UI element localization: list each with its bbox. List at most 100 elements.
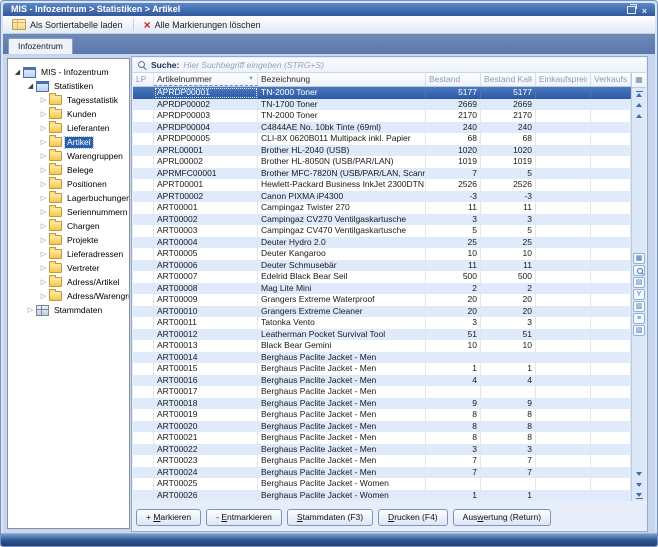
column-header-bestand-kalk[interactable]: Bestand Kalk.. [481,73,536,86]
table-row[interactable]: ART00013 Black Bear Gemini 10 10 [133,340,631,352]
table-row[interactable]: ART00016 Berghaus Paclite Jacket - Men 4… [133,375,631,387]
table-row[interactable]: APRDP00003 TN-2000 Toner 2170 2170 [133,110,631,122]
tab-infozentrum[interactable]: Infozentrum [8,38,73,54]
table-row[interactable]: ART00005 Deuter Kangaroo 10 10 [133,248,631,260]
column-chooser-button[interactable]: ▦ [632,73,646,88]
table-row[interactable]: ART00023 Berghaus Paclite Jacket - Men 7… [133,455,631,467]
expand-arrow-icon[interactable] [39,236,48,244]
table-row[interactable]: APRL00001 Brother HL-2040 (USB) 1020 102… [133,145,631,157]
expand-arrow-icon[interactable] [26,82,35,90]
table-row[interactable]: ART00017 Berghaus Paclite Jacket - Men [133,386,631,398]
table-row[interactable]: ART00020 Berghaus Paclite Jacket - Men 8… [133,421,631,433]
clear-markers-button[interactable]: × Alle Markierungen löschen [139,17,266,32]
page-up-button[interactable] [632,110,646,121]
column-header-einkaufspreis[interactable]: Einkaufspreis [536,73,591,86]
page-down-button[interactable] [632,468,646,479]
expand-arrow-icon[interactable] [39,152,48,160]
card-view-icon[interactable]: ▦ [633,253,645,264]
table-row[interactable]: APRDP00002 TN-1700 Toner 2669 2669 [133,99,631,111]
columns-icon[interactable]: ▧ [633,325,645,336]
load-sort-table-button[interactable]: Als Sortiertabelle laden [7,17,128,32]
table-row[interactable]: ART00025 Berghaus Paclite Jacket - Women [133,478,631,490]
scroll-to-bottom-button[interactable] [632,490,646,501]
expand-arrow-icon[interactable] [39,138,48,146]
expand-arrow-icon[interactable] [39,110,48,118]
auswertung-button[interactable]: Auswertung (Return) [453,509,551,526]
table-row[interactable]: ART00014 Berghaus Paclite Jacket - Men [133,352,631,364]
tree-item[interactable]: Vertreter [8,261,129,275]
tree-item[interactable]: Lieferadressen [8,247,129,261]
scroll-up-button[interactable] [632,99,646,110]
tree-item[interactable]: Positionen [8,177,129,191]
tree-item[interactable]: Stammdaten [8,303,129,317]
column-header-verkaufspreis[interactable]: Verkaufsprei [591,73,631,86]
expand-arrow-icon[interactable] [39,180,48,188]
table-row[interactable]: ART00008 Mag Lite Mini 2 2 [133,283,631,295]
table-row[interactable]: ART00018 Berghaus Paclite Jacket - Men 9… [133,398,631,410]
tree-item[interactable]: Lagerbuchungen [8,191,129,205]
layout-icon[interactable]: ≡ [633,313,645,324]
tree-item[interactable]: Belege [8,163,129,177]
column-header-bestand[interactable]: Bestand [426,73,481,86]
table-row[interactable]: APRT00001 Hewlett-Packard Business InkJe… [133,179,631,191]
copy-icon[interactable]: ▥ [633,301,645,312]
table-row[interactable]: ART00022 Berghaus Paclite Jacket - Men 3… [133,444,631,456]
table-row[interactable]: ART00001 Campingaz Twister 270 11 11 [133,202,631,214]
table-row[interactable]: ART00024 Berghaus Paclite Jacket - Men 7… [133,467,631,479]
tree-item[interactable]: MIS - Infozentrum [8,65,129,79]
tree-item[interactable]: Adress/Artikel [8,275,129,289]
expand-arrow-icon[interactable] [39,194,48,202]
expand-arrow-icon[interactable] [39,292,48,300]
table-row[interactable]: ART00002 Campingaz CV270 Ventilgaskartus… [133,214,631,226]
expand-arrow-icon[interactable] [39,166,48,174]
table-row[interactable]: ART00006 Deuter Schmusebär 11 11 [133,260,631,272]
table-row[interactable]: ART00012 Leatherman Pocket Survival Tool… [133,329,631,341]
table-row[interactable]: APRDP00001 TN-2000 Toner 5177 5177 [133,87,631,99]
expand-arrow-icon[interactable] [39,96,48,104]
table-row[interactable]: ART00003 Campingaz CV470 Ventilgaskartus… [133,225,631,237]
export-icon[interactable]: ▤ [633,277,645,288]
expand-arrow-icon[interactable] [13,68,22,76]
tree-item[interactable]: Projekte [8,233,129,247]
tree-item[interactable]: Kunden [8,107,129,121]
tree-item[interactable]: Lieferanten [8,121,129,135]
tree-item[interactable]: Chargen [8,219,129,233]
scroll-to-top-button[interactable] [632,88,646,99]
tree-item[interactable]: Warengruppen [8,149,129,163]
table-row[interactable]: ART00021 Berghaus Paclite Jacket - Men 8… [133,432,631,444]
column-header-lp[interactable]: LP [133,73,154,86]
table-row[interactable]: ART00026 Berghaus Paclite Jacket - Women… [133,490,631,502]
column-header-artikelnummer[interactable]: Artikelnummer ▼ [154,73,258,86]
vertical-scrollbar[interactable]: ▦ ▦ ▤ Y ▥ [631,73,646,501]
search-input[interactable] [183,60,646,70]
table-row[interactable]: APRDP00005 CLI-8X 0620B011 Multipack ink… [133,133,631,145]
table-row[interactable]: APRL00002 Brother HL-8050N (USB/PAR/LAN)… [133,156,631,168]
column-header-bezeichnung[interactable]: Bezeichnung [258,73,426,86]
expand-arrow-icon[interactable] [39,124,48,132]
entmarkieren-button[interactable]: - Entmarkieren [206,509,282,526]
expand-arrow-icon[interactable] [26,306,35,314]
scroll-down-button[interactable] [632,479,646,490]
expand-arrow-icon[interactable] [39,264,48,272]
tree-item[interactable]: Artikel [8,135,129,149]
table-row[interactable]: ART00009 Grangers Extreme Waterproof 20 … [133,294,631,306]
tree-item[interactable]: Seriennummern [8,205,129,219]
expand-arrow-icon[interactable] [39,250,48,258]
table-row[interactable]: ART00007 Edelrid Black Bear Seil 500 500 [133,271,631,283]
expand-arrow-icon[interactable] [39,278,48,286]
search-icon[interactable] [633,265,645,276]
table-row[interactable]: APRT00002 Canon PIXMA iP4300 -3 -3 [133,191,631,203]
table-row[interactable]: ART00019 Berghaus Paclite Jacket - Men 8… [133,409,631,421]
stammdaten-button[interactable]: Stammdaten (F3) [287,509,373,526]
expand-arrow-icon[interactable] [39,222,48,230]
tree-item[interactable]: Adress/Warengruppen [8,289,129,303]
table-row[interactable]: ART00015 Berghaus Paclite Jacket - Men 1… [133,363,631,375]
markieren-button[interactable]: + Markieren [136,509,201,526]
table-row[interactable]: ART00010 Grangers Extreme Cleaner 20 20 [133,306,631,318]
tree-item[interactable]: Tagesstatistik [8,93,129,107]
expand-arrow-icon[interactable] [39,208,48,216]
table-row[interactable]: ART00011 Tatonka Vento 3 3 [133,317,631,329]
tree-item[interactable]: Statistiken [8,79,129,93]
drucken-button[interactable]: Drucken (F4) [378,509,448,526]
filter-icon[interactable]: Y [633,289,645,300]
